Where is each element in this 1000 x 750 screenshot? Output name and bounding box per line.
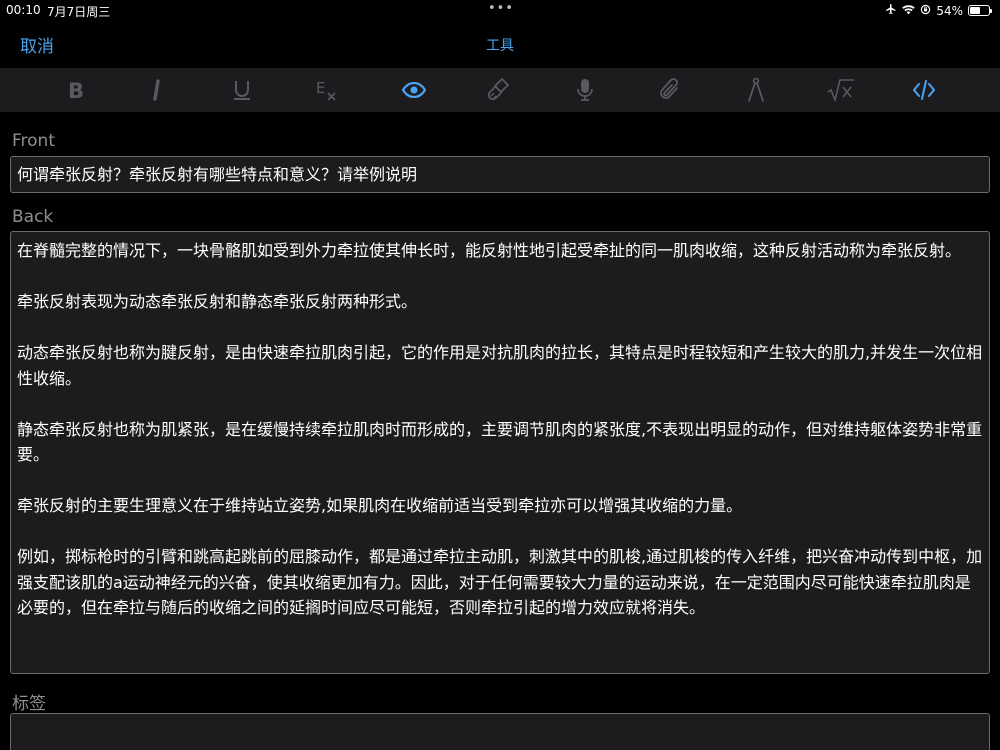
back-paragraph: 静态牵张反射也称为肌紧张，是在缓慢持续牵拉肌肉时而形成的，主要调节肌肉的紧张度,… [17, 419, 983, 465]
bold-button[interactable]: B [56, 68, 96, 112]
nav-bar: 取消 工具 [0, 20, 1000, 68]
paintbrush-button[interactable] [479, 68, 519, 112]
battery-fill [970, 7, 980, 14]
back-paragraph: 牵张反射的主要生理意义在于维持站立姿势,如果肌肉在收缩前适当受到牵拉亦可以增强其… [17, 496, 743, 515]
code-icon [912, 80, 936, 100]
attachment-button[interactable] [650, 68, 690, 112]
back-paragraph: 牵张反射表现为动态牵张反射和静态牵张反射两种形式。 [17, 292, 418, 311]
clear-format-icon: E [315, 79, 339, 101]
underline-button[interactable] [222, 68, 262, 112]
math-button[interactable] [821, 68, 861, 112]
wifi-icon [902, 4, 916, 18]
eye-icon [402, 82, 426, 98]
square-root-icon [827, 78, 855, 102]
paperclip-icon [659, 77, 681, 103]
tags-label: 标签 [12, 694, 46, 714]
compass-icon [746, 77, 766, 103]
svg-text:E: E [316, 79, 325, 97]
back-paragraph: 在脊髓完整的情况下，一块骨骼肌如受到外力牵拉使其伸长时，能反射性地引起受牵扯的同… [17, 241, 962, 260]
orientation-lock-icon [920, 4, 931, 18]
back-label: Back [12, 207, 54, 227]
back-paragraph: 动态牵张反射也称为腱反射，是由快速牵拉肌肉引起，它的作用是对抗肌肉的拉长，其特点… [17, 343, 983, 388]
airplane-icon [885, 3, 897, 18]
microphone-icon [576, 78, 594, 102]
italic-button[interactable] [137, 68, 177, 112]
status-indicators: 54% [885, 3, 992, 18]
format-toolbar: B E [0, 68, 1000, 112]
preview-button[interactable] [394, 68, 434, 112]
front-label: Front [12, 131, 55, 151]
html-editor-button[interactable] [904, 68, 944, 112]
paintbrush-icon [487, 77, 511, 103]
bold-icon: B [66, 79, 86, 101]
back-field[interactable]: 在脊髓完整的情况下，一块骨骼肌如受到外力牵拉使其伸长时，能反射性地引起受牵扯的同… [10, 231, 990, 674]
underline-icon [232, 79, 252, 101]
nav-title[interactable]: 工具 [0, 35, 1000, 55]
battery-percent: 54% [936, 3, 963, 18]
draw-button[interactable] [736, 68, 776, 112]
microphone-button[interactable] [565, 68, 605, 112]
status-date: 7月7日周三 [47, 5, 111, 19]
status-bar: 00:10 7月7日周三 ••• 54% [0, 0, 1000, 20]
status-time: 00:10 [6, 3, 41, 17]
svg-text:B: B [68, 79, 84, 101]
tags-field[interactable] [10, 713, 990, 750]
back-paragraph: 例如，掷标枪时的引臂和跳高起跳前的屈膝动作，都是通过牵拉主动肌，刺激其中的肌梭,… [17, 547, 983, 617]
italic-icon [149, 79, 165, 101]
clear-format-button[interactable]: E [307, 68, 347, 112]
multitasking-dots[interactable]: ••• [488, 2, 514, 15]
front-field[interactable]: 何谓牵张反射？牵张反射有哪些特点和意义？请举例说明 [10, 156, 990, 193]
battery-icon [968, 5, 992, 16]
